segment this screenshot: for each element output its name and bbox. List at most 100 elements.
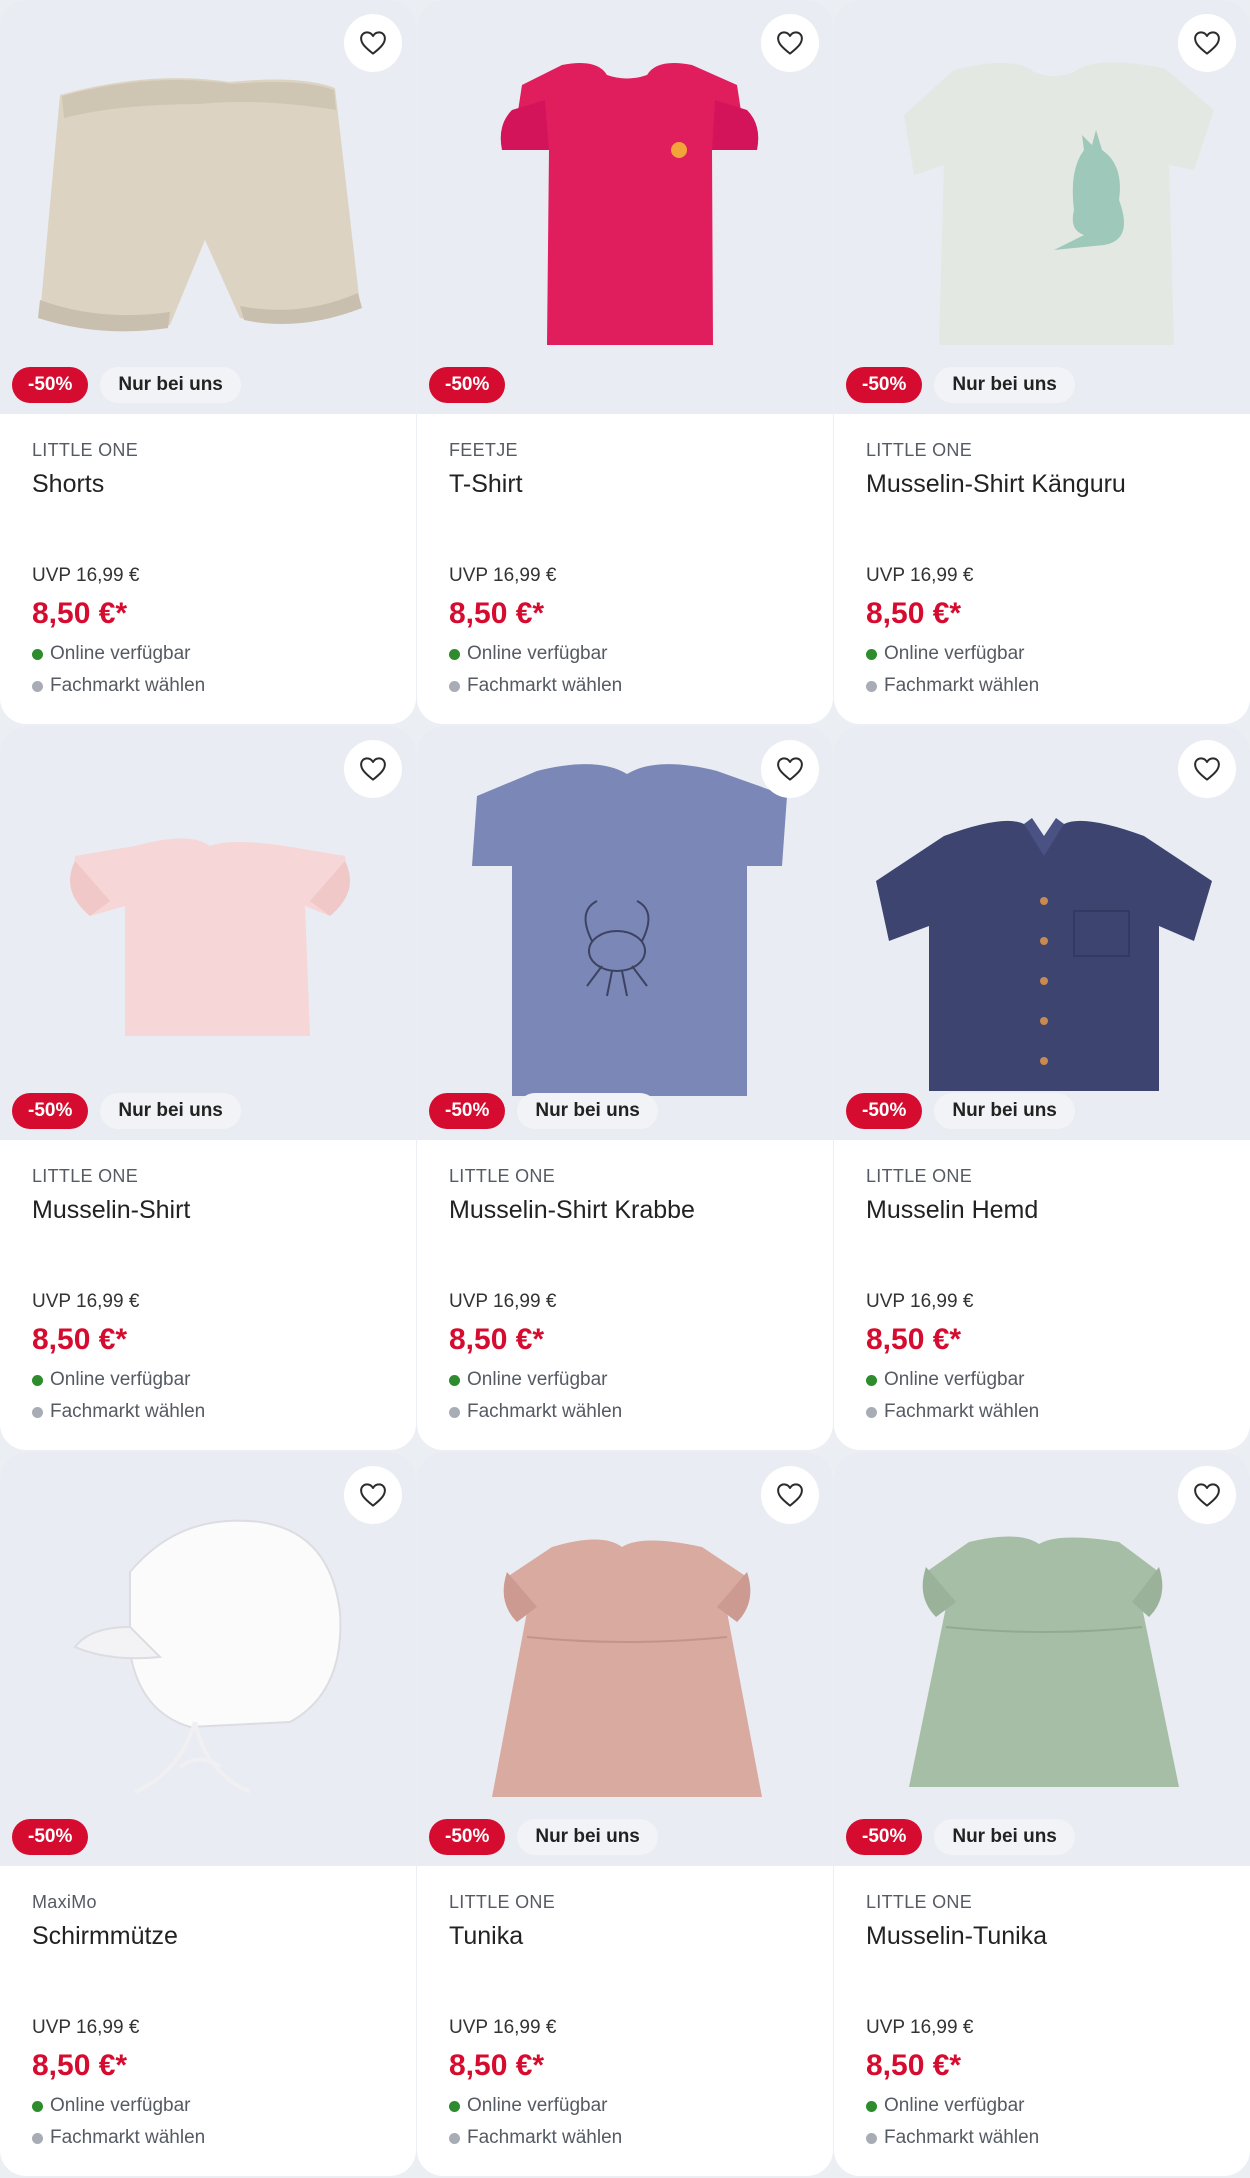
product-brand: LITTLE ONE (866, 1892, 973, 1912)
heart-icon (360, 1483, 386, 1507)
product-title[interactable]: Musselin-Shirt Krabbe (449, 1196, 813, 1230)
uvp-price: UVP 16,99 € (449, 1291, 557, 1312)
product-info: LITTLE ONE Musselin-Shirt Känguru (866, 440, 1230, 504)
product-title[interactable]: Musselin-Shirt Känguru (866, 470, 1230, 504)
product-brand: LITTLE ONE (449, 1892, 556, 1912)
exclusive-badge: Nur bei uns (517, 1093, 658, 1129)
wishlist-heart-button[interactable] (761, 1466, 819, 1524)
product-brand: LITTLE ONE (866, 440, 973, 460)
product-card-5[interactable]: -50% Nur bei uns LITTLE ONE Musselin-Shi… (417, 726, 833, 1450)
heart-icon (360, 31, 386, 55)
wishlist-heart-button[interactable] (344, 740, 402, 798)
heart-icon (777, 31, 803, 55)
store-dot-icon (32, 1406, 43, 1418)
product-title[interactable]: Shorts (32, 470, 396, 504)
product-brand: LITTLE ONE (449, 1166, 556, 1186)
uvp-price: UVP 16,99 € (32, 565, 140, 586)
discount-badge: -50% (12, 1093, 89, 1129)
wishlist-heart-button[interactable] (344, 1466, 402, 1524)
availability-dot-icon (449, 648, 460, 660)
exclusive-badge: Nur bei uns (934, 1093, 1075, 1129)
store-selector-link[interactable]: Fachmarkt wählen (449, 675, 622, 697)
online-availability: Online verfügbar (449, 2095, 607, 2117)
store-selector-link[interactable]: Fachmarkt wählen (32, 2127, 205, 2149)
heart-icon (1194, 31, 1220, 55)
product-brand: MaxiMo (32, 1892, 97, 1912)
wishlist-heart-button[interactable] (761, 740, 819, 798)
store-selector-label: Fachmarkt wählen (884, 2127, 1040, 2148)
uvp-price: UVP 16,99 € (449, 2017, 557, 2038)
product-card-6[interactable]: -50% Nur bei uns LITTLE ONE Musselin Hem… (834, 726, 1250, 1450)
wishlist-heart-button[interactable] (1178, 1466, 1236, 1524)
availability-dot-icon (866, 2100, 877, 2112)
discount-badge: -50% (846, 1819, 923, 1855)
discount-badge: -50% (846, 1093, 923, 1129)
uvp-price: UVP 16,99 € (866, 565, 974, 586)
product-info: LITTLE ONE Shorts (32, 440, 396, 504)
store-selector-link[interactable]: Fachmarkt wählen (866, 675, 1039, 697)
uvp-price: UVP 16,99 € (866, 1291, 974, 1312)
product-grid: -50% Nur bei uns LITTLE ONE Shorts UVP 1… (0, 0, 1250, 2178)
store-selector-label: Fachmarkt wählen (467, 675, 623, 696)
product-title[interactable]: Musselin-Shirt (32, 1196, 396, 1230)
store-selector-link[interactable]: Fachmarkt wählen (449, 1401, 622, 1423)
availability-dot-icon (32, 1374, 43, 1386)
product-info: LITTLE ONE Musselin-Shirt (32, 1166, 396, 1230)
product-title[interactable]: Schirmmütze (32, 1922, 396, 1956)
heart-icon (1194, 1483, 1220, 1507)
online-availability: Online verfügbar (449, 1369, 607, 1391)
store-selector-link[interactable]: Fachmarkt wählen (866, 1401, 1039, 1423)
wishlist-heart-button[interactable] (1178, 740, 1236, 798)
discount-badge: -50% (12, 1819, 89, 1855)
badge-row: -50% Nur bei uns (12, 1093, 241, 1129)
store-selector-label: Fachmarkt wählen (884, 675, 1040, 696)
store-selector-label: Fachmarkt wählen (467, 2127, 623, 2148)
exclusive-badge: Nur bei uns (517, 1819, 658, 1855)
store-selector-link[interactable]: Fachmarkt wählen (32, 675, 205, 697)
online-availability: Online verfügbar (866, 2095, 1024, 2117)
exclusive-badge: Nur bei uns (934, 367, 1075, 403)
sale-price: 8,50 €* (32, 2049, 128, 2082)
store-selector-label: Fachmarkt wählen (467, 1401, 623, 1422)
product-card-9[interactable]: -50% Nur bei uns LITTLE ONE Musselin-Tun… (834, 1452, 1250, 2176)
store-selector-link[interactable]: Fachmarkt wählen (32, 1401, 205, 1423)
product-card-8[interactable]: -50% Nur bei uns LITTLE ONE Tunika UVP 1… (417, 1452, 833, 2176)
uvp-price: UVP 16,99 € (449, 565, 557, 586)
product-info: FEETJE T-Shirt (449, 440, 813, 504)
wishlist-heart-button[interactable] (1178, 14, 1236, 72)
availability-dot-icon (32, 648, 43, 660)
sale-price: 8,50 €* (32, 597, 128, 630)
product-card-4[interactable]: -50% Nur bei uns LITTLE ONE Musselin-Shi… (0, 726, 416, 1450)
store-dot-icon (866, 2132, 877, 2144)
store-dot-icon (449, 2132, 460, 2144)
product-title[interactable]: Musselin-Tunika (866, 1922, 1230, 1956)
sale-price: 8,50 €* (449, 1323, 545, 1356)
heart-icon (777, 757, 803, 781)
availability-dot-icon (449, 1374, 460, 1386)
store-dot-icon (32, 2132, 43, 2144)
badge-row: -50% Nur bei uns (429, 1819, 658, 1855)
badge-row: -50% Nur bei uns (846, 1093, 1075, 1129)
product-info: LITTLE ONE Tunika (449, 1892, 813, 1956)
exclusive-badge: Nur bei uns (934, 1819, 1075, 1855)
store-dot-icon (866, 680, 877, 692)
store-selector-link[interactable]: Fachmarkt wählen (449, 2127, 622, 2149)
heart-icon (360, 757, 386, 781)
product-card-7[interactable]: -50% MaxiMo Schirmmütze UVP 16,99 € 8,50… (0, 1452, 416, 2176)
uvp-price: UVP 16,99 € (866, 2017, 974, 2038)
store-selector-link[interactable]: Fachmarkt wählen (866, 2127, 1039, 2149)
product-card-3[interactable]: -50% Nur bei uns LITTLE ONE Musselin-Shi… (834, 0, 1250, 724)
product-card-2[interactable]: -50% FEETJE T-Shirt UVP 16,99 € 8,50 €* … (417, 0, 833, 724)
online-availability-label: Online verfügbar (467, 2095, 608, 2116)
product-title[interactable]: Tunika (449, 1922, 813, 1956)
store-selector-label: Fachmarkt wählen (50, 2127, 206, 2148)
product-info: LITTLE ONE Musselin Hemd (866, 1166, 1230, 1230)
product-title[interactable]: T-Shirt (449, 470, 813, 504)
product-card-1[interactable]: -50% Nur bei uns LITTLE ONE Shorts UVP 1… (0, 0, 416, 724)
badge-row: -50% (12, 1819, 89, 1855)
heart-icon (777, 1483, 803, 1507)
online-availability: Online verfügbar (866, 1369, 1024, 1391)
wishlist-heart-button[interactable] (761, 14, 819, 72)
product-title[interactable]: Musselin Hemd (866, 1196, 1230, 1230)
wishlist-heart-button[interactable] (344, 14, 402, 72)
